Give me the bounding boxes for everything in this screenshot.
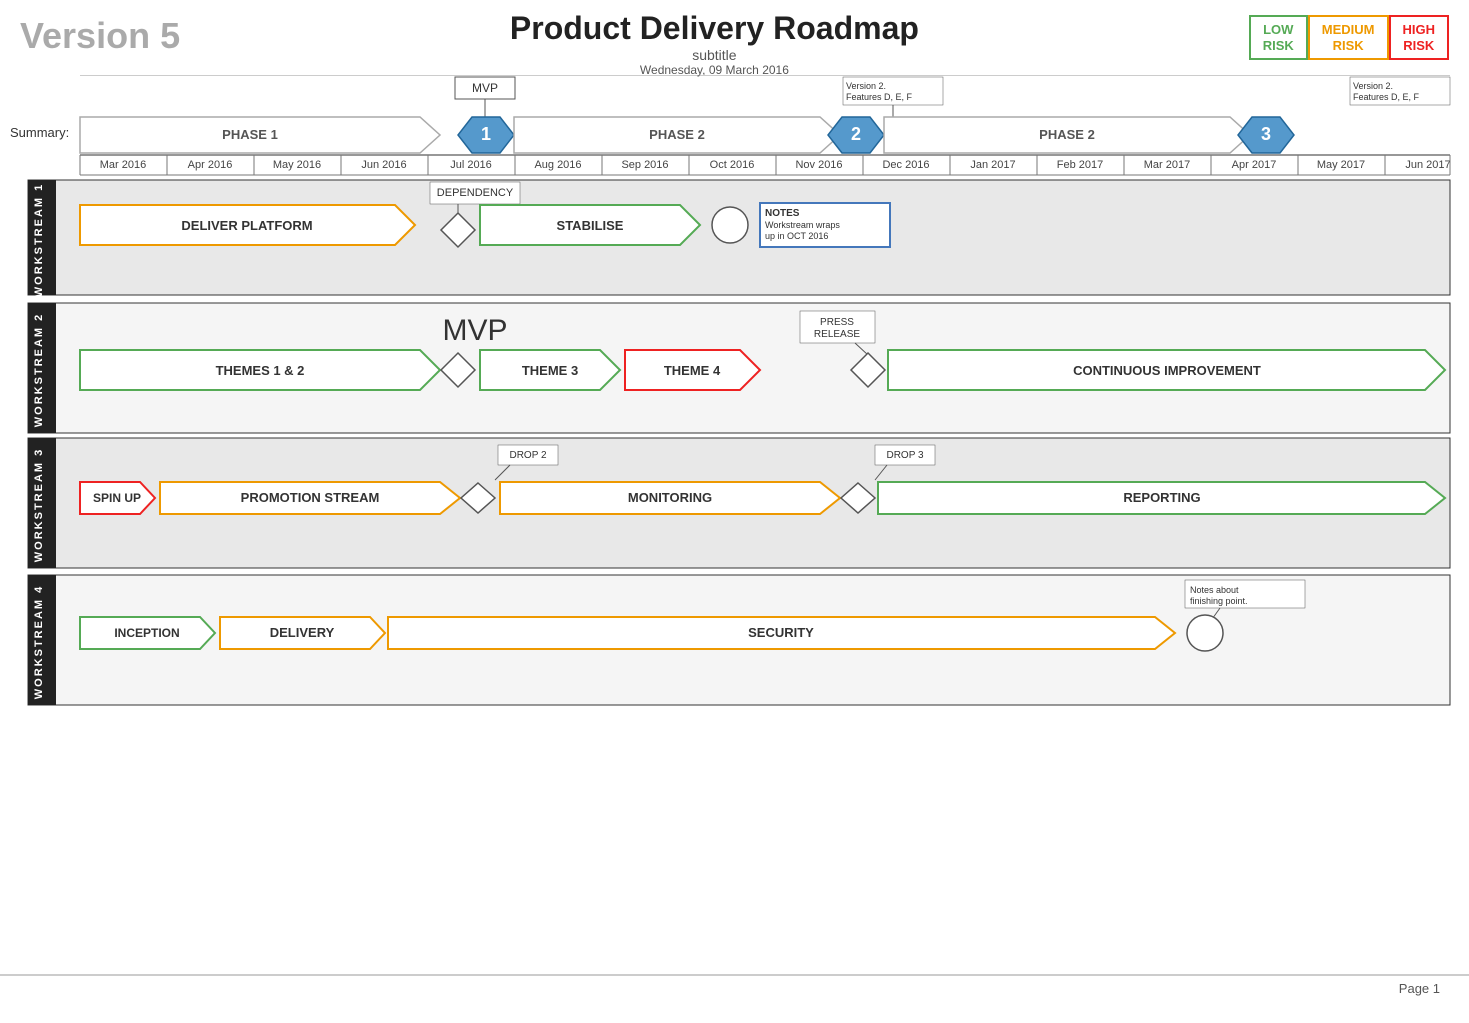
svg-text:WORKSTREAM 4: WORKSTREAM 4 xyxy=(33,585,45,699)
svg-text:PRESS: PRESS xyxy=(820,317,854,328)
svg-text:May 2016: May 2016 xyxy=(273,159,321,171)
svg-text:Sep 2016: Sep 2016 xyxy=(621,159,668,171)
svg-text:finishing point.: finishing point. xyxy=(1190,596,1248,606)
svg-text:MONITORING: MONITORING xyxy=(628,490,712,505)
svg-text:Mar 2017: Mar 2017 xyxy=(1144,159,1190,171)
svg-text:WORKSTREAM 2: WORKSTREAM 2 xyxy=(33,313,45,427)
page: Version 5 Product Delivery Roadmap subti… xyxy=(0,0,1469,1023)
svg-text:Notes about: Notes about xyxy=(1190,585,1239,595)
svg-text:Summary:: Summary: xyxy=(10,125,69,140)
version-label: Version 5 xyxy=(20,15,180,57)
svg-text:1: 1 xyxy=(481,124,491,144)
high-risk-box: HIGHRISK xyxy=(1389,15,1450,60)
svg-text:Feb 2017: Feb 2017 xyxy=(1057,159,1103,171)
svg-text:Apr 2017: Apr 2017 xyxy=(1232,159,1277,171)
svg-text:Aug 2016: Aug 2016 xyxy=(534,159,581,171)
title-block: Product Delivery Roadmap subtitle Wednes… xyxy=(180,10,1249,77)
svg-text:Apr 2016: Apr 2016 xyxy=(188,159,233,171)
svg-text:PHASE 2: PHASE 2 xyxy=(649,127,705,142)
svg-text:2: 2 xyxy=(851,124,861,144)
svg-text:SPIN UP: SPIN UP xyxy=(93,491,141,505)
svg-text:PHASE 1: PHASE 1 xyxy=(222,127,278,142)
svg-text:SECURITY: SECURITY xyxy=(748,625,814,640)
svg-text:DELIVERY: DELIVERY xyxy=(270,625,335,640)
svg-text:3: 3 xyxy=(1261,124,1271,144)
medium-risk-box: MEDIUMRISK xyxy=(1308,15,1389,60)
svg-text:Workstream wraps: Workstream wraps xyxy=(765,220,840,230)
svg-text:Jul 2016: Jul 2016 xyxy=(450,159,492,171)
svg-text:CONTINUOUS IMPROVEMENT: CONTINUOUS IMPROVEMENT xyxy=(1073,363,1261,378)
svg-text:THEME 4: THEME 4 xyxy=(664,363,721,378)
svg-text:Version 2.: Version 2. xyxy=(846,81,886,91)
svg-text:Nov 2016: Nov 2016 xyxy=(795,159,842,171)
svg-text:INCEPTION: INCEPTION xyxy=(114,626,179,640)
svg-text:DEPENDENCY: DEPENDENCY xyxy=(437,187,514,199)
main-title: Product Delivery Roadmap xyxy=(180,10,1249,47)
svg-text:STABILISE: STABILISE xyxy=(557,218,624,233)
svg-text:Page 1: Page 1 xyxy=(1399,981,1440,996)
subtitle: subtitle xyxy=(180,47,1249,63)
svg-text:DROP 2: DROP 2 xyxy=(509,450,546,461)
svg-text:PROMOTION STREAM: PROMOTION STREAM xyxy=(241,490,380,505)
risk-legend: LOWRISK MEDIUMRISK HIGHRISK xyxy=(1249,15,1449,60)
svg-text:Features D, E, F: Features D, E, F xyxy=(1353,92,1420,102)
svg-text:DROP 3: DROP 3 xyxy=(886,450,923,461)
svg-text:Jun 2016: Jun 2016 xyxy=(361,159,406,171)
svg-text:PHASE 2: PHASE 2 xyxy=(1039,127,1095,142)
svg-text:MVP: MVP xyxy=(472,81,498,95)
svg-text:RELEASE: RELEASE xyxy=(814,329,860,340)
main-canvas: MVP Version 2. Features D, E, F Version … xyxy=(0,75,1469,1015)
svg-text:Version 2.: Version 2. xyxy=(1353,81,1393,91)
svg-text:WORKSTREAM 1: WORKSTREAM 1 xyxy=(33,183,45,297)
svg-text:Mar 2016: Mar 2016 xyxy=(100,159,146,171)
svg-text:Dec 2016: Dec 2016 xyxy=(882,159,929,171)
svg-text:WORKSTREAM 3: WORKSTREAM 3 xyxy=(33,448,45,562)
svg-text:MVP: MVP xyxy=(442,314,507,347)
svg-text:NOTES: NOTES xyxy=(765,208,800,219)
svg-text:THEMES 1 & 2: THEMES 1 & 2 xyxy=(216,363,305,378)
svg-text:DELIVER PLATFORM: DELIVER PLATFORM xyxy=(181,218,312,233)
svg-text:Jun 2017: Jun 2017 xyxy=(1405,159,1450,171)
low-risk-box: LOWRISK xyxy=(1249,15,1308,60)
svg-text:REPORTING: REPORTING xyxy=(1123,490,1200,505)
svg-text:Jan 2017: Jan 2017 xyxy=(970,159,1015,171)
svg-text:May 2017: May 2017 xyxy=(1317,159,1365,171)
svg-text:Features D, E, F: Features D, E, F xyxy=(846,92,913,102)
header: Version 5 Product Delivery Roadmap subti… xyxy=(20,10,1449,77)
svg-text:Oct 2016: Oct 2016 xyxy=(710,159,755,171)
svg-text:up in OCT 2016: up in OCT 2016 xyxy=(765,231,828,241)
svg-text:THEME 3: THEME 3 xyxy=(522,363,578,378)
